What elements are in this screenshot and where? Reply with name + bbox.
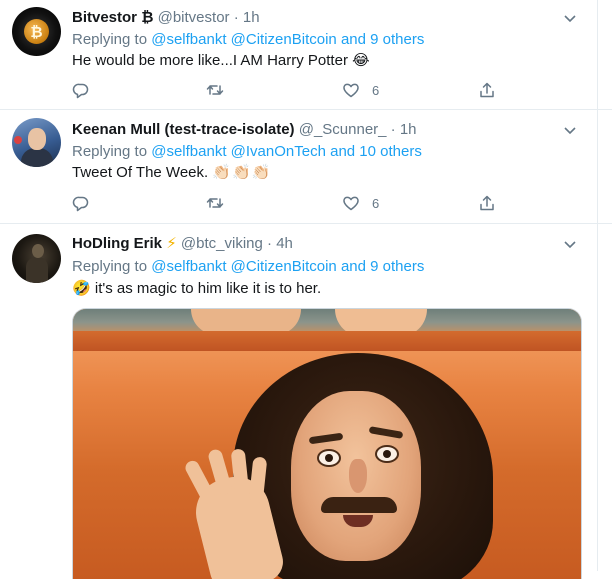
share-button[interactable] bbox=[478, 193, 496, 213]
share-button[interactable] bbox=[478, 80, 496, 100]
mention-link[interactable]: @selfbankt bbox=[151, 143, 226, 160]
retweet-icon bbox=[206, 198, 224, 208]
tweet[interactable]: Keenan Mull (test-trace-isolate) @_Scunn… bbox=[0, 110, 612, 224]
reply-button[interactable] bbox=[72, 80, 90, 100]
lightning-icon: ⚡ bbox=[166, 235, 177, 252]
tweet-body: it's as magic to him like it is to her. bbox=[94, 280, 322, 297]
separator: · bbox=[233, 9, 239, 26]
retweet-icon bbox=[206, 85, 224, 95]
share-icon bbox=[480, 82, 494, 98]
others-link[interactable]: and 9 others bbox=[341, 31, 424, 48]
laughing-emoji: 😂 bbox=[352, 51, 370, 69]
mention-link[interactable]: @selfbankt bbox=[151, 31, 226, 48]
tweet-body: Tweet Of The Week. bbox=[72, 164, 209, 181]
display-name[interactable]: HoDling Erik bbox=[72, 235, 162, 252]
timestamp[interactable]: 1h bbox=[400, 121, 417, 138]
display-name[interactable]: Bitvestor bbox=[72, 9, 137, 26]
like-count: 6 bbox=[372, 195, 380, 211]
tweet-text: Tweet Of The Week. 👏🏻👏🏻👏🏻 bbox=[72, 162, 271, 183]
others-link[interactable]: and 9 others bbox=[341, 258, 424, 275]
tweet-header: HoDling Erik ⚡ @btc_viking · 4h bbox=[72, 234, 293, 254]
like-button[interactable]: 6 bbox=[342, 193, 379, 213]
timestamp[interactable]: 4h bbox=[276, 235, 293, 252]
handle[interactable]: @btc_viking bbox=[181, 235, 263, 252]
mention-link[interactable]: @IvanOnTech bbox=[231, 143, 326, 160]
separator: · bbox=[267, 235, 273, 252]
tweet-header: Bitvestor ₿ @bitvestor · 1h bbox=[72, 8, 260, 28]
reply-icon bbox=[72, 83, 89, 99]
tweet-actions: 6 bbox=[72, 80, 512, 100]
retweet-button[interactable] bbox=[206, 193, 224, 213]
replying-prefix: Replying to bbox=[72, 31, 148, 48]
mention-link[interactable]: @selfbankt bbox=[151, 258, 226, 275]
tweet-actions: 6 bbox=[72, 193, 512, 213]
replying-to: Replying to @selfbankt @CitizenBitcoin a… bbox=[72, 257, 424, 277]
tweet-text: 🤣 it's as magic to him like it is to her… bbox=[72, 278, 321, 299]
tweet-body: He would be more like...I AM Harry Potte… bbox=[72, 52, 348, 69]
share-icon bbox=[480, 195, 494, 211]
heart-icon bbox=[343, 83, 359, 98]
tweet[interactable]: ₿ Bitvestor ₿ @bitvestor · 1h Replying t… bbox=[0, 0, 612, 110]
tweet-media-gif[interactable] bbox=[72, 308, 582, 579]
chevron-down-icon[interactable] bbox=[562, 122, 578, 138]
tweet-text: He would be more like...I AM Harry Potte… bbox=[72, 50, 370, 71]
replying-to: Replying to @selfbankt @CitizenBitcoin a… bbox=[72, 30, 424, 50]
replying-to: Replying to @selfbankt @IvanOnTech and 1… bbox=[72, 142, 422, 162]
display-name[interactable]: Keenan Mull (test-trace-isolate) bbox=[72, 121, 295, 138]
timestamp[interactable]: 1h bbox=[243, 9, 260, 26]
replying-prefix: Replying to bbox=[72, 258, 148, 275]
chevron-down-icon[interactable] bbox=[562, 236, 578, 252]
handle[interactable]: @_Scunner_ bbox=[299, 121, 387, 138]
chevron-down-icon[interactable] bbox=[562, 10, 578, 26]
clapping-emoji: 👏🏻👏🏻👏🏻 bbox=[212, 163, 272, 181]
tweet-header: Keenan Mull (test-trace-isolate) @_Scunn… bbox=[72, 120, 417, 140]
tweet[interactable]: HoDling Erik ⚡ @btc_viking · 4h Replying… bbox=[0, 224, 612, 579]
reply-icon bbox=[72, 196, 89, 212]
rofl-emoji: 🤣 bbox=[72, 279, 91, 297]
others-link[interactable]: and 10 others bbox=[330, 143, 422, 160]
mention-link[interactable]: @CitizenBitcoin bbox=[231, 31, 337, 48]
mention-link[interactable]: @CitizenBitcoin bbox=[231, 258, 337, 275]
retweet-button[interactable] bbox=[206, 80, 224, 100]
like-count: 6 bbox=[372, 82, 380, 98]
separator: · bbox=[390, 121, 396, 138]
replying-prefix: Replying to bbox=[72, 143, 148, 160]
like-button[interactable]: 6 bbox=[342, 80, 379, 100]
avatar[interactable]: ₿ bbox=[12, 7, 61, 56]
bitcoin-badge: ₿ bbox=[141, 9, 154, 26]
avatar[interactable] bbox=[12, 234, 61, 283]
avatar[interactable] bbox=[12, 118, 61, 167]
reply-button[interactable] bbox=[72, 193, 90, 213]
heart-icon bbox=[343, 196, 359, 211]
handle[interactable]: @bitvestor bbox=[158, 9, 230, 26]
